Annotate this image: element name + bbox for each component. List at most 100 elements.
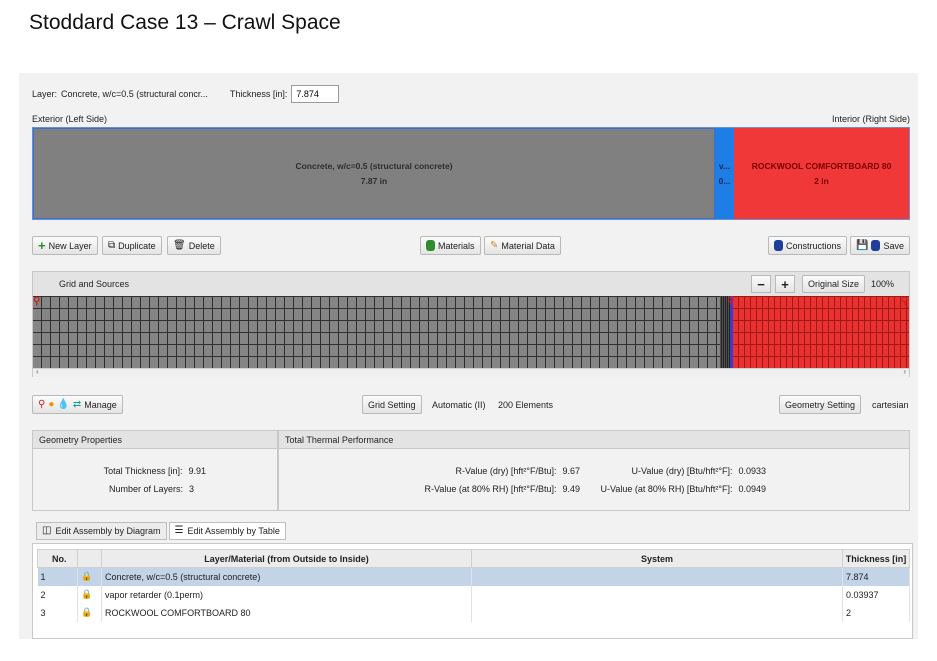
thickness-label: Thickness [in]: [229,89,288,99]
layer-thickness: 7.87 in [360,175,388,186]
tab-label: Edit Assembly by Table [187,526,280,536]
delete-label: Delete [188,240,215,251]
number-of-layers-label: Number of Layers: [108,484,183,494]
scroll-right-icon[interactable]: › [903,367,906,376]
tab-edit-by-table[interactable]: ☰ Edit Assembly by Table [168,522,286,540]
source-marker-icon[interactable]: ⚲ [727,296,734,307]
layer-name: Concrete, w/c=0.5 (structural concrete) [295,160,453,171]
duplicate-button[interactable]: ⧉ Duplicate [102,236,162,255]
u-value-dry-value: 0.0933 [738,466,766,476]
original-size-label: Original Size [808,279,860,289]
zoom-in-button[interactable]: + [775,275,795,293]
col-header-material[interactable]: Layer/Material (from Outside to Inside) [101,549,472,568]
delete-button[interactable]: 🗑 Delete [167,236,221,255]
r-value-dry-label: R-Value (dry) [hft²°F/Btu]: [455,466,557,476]
thickness-input[interactable] [291,85,340,103]
row-number: 2 [37,585,78,604]
table-row[interactable]: 3 🔒 ROCKWOOL COMFORTBOARD 80 2 [37,603,910,622]
mesh-grid-canvas[interactable]: ⚲ ⚲ ⚲ [33,296,909,368]
geometry-setting-button[interactable]: Geometry Setting [779,395,862,414]
layer-block-vapor-retarder[interactable]: v... 0... [715,128,734,219]
trash-icon: 🗑 [173,239,186,251]
duplicate-label: Duplicate [118,240,156,251]
col-header-no[interactable]: No. [37,549,78,568]
database-icon [426,240,435,251]
layer-thickness: 0... [718,175,731,186]
manage-sources-button[interactable]: ⚲ ● 💧 ⇄ Manage [32,395,123,414]
tab-label: Edit Assembly by Diagram [55,526,161,536]
manage-label: Manage [84,399,117,410]
geometry-properties-title: Geometry Properties [33,431,277,449]
row-system[interactable] [471,585,843,604]
row-material[interactable]: ROCKWOOL COMFORTBOARD 80 [101,603,472,622]
table-row[interactable]: 2 🔒 vapor retarder (0.1perm) 0.03937 [37,585,910,604]
assembly-table-panel: No. Layer/Material (from Outside to Insi… [32,543,913,639]
total-thickness-value: 9.91 [188,466,206,476]
number-of-layers-row: Number of Layers: 3 [109,484,194,494]
horizontal-scrollbar[interactable]: ‹ › [33,367,909,377]
edit-mode-tabs: ◫ Edit Assembly by Diagram ☰ Edit Assemb… [36,522,286,540]
r-value-rh-label: R-Value (at 80% RH) [hft²°F/Btu]: [424,484,557,494]
total-thickness-label: Total Thickness [in]: [103,466,183,476]
grid-and-sources-panel: Grid and Sources − + Original Size 100% … [32,271,910,377]
mesh-rockwool [733,296,909,368]
layer-value: Concrete, w/c=0.5 (structural concr... [61,89,208,99]
thermal-performance-panel: Total Thermal Performance R-Value (dry) … [278,430,910,511]
table-row[interactable]: 1 🔒 Concrete, w/c=0.5 (structural concre… [37,567,910,586]
tab-edit-by-diagram[interactable]: ◫ Edit Assembly by Diagram [36,522,167,540]
grid-title: Grid and Sources [59,279,130,289]
constructions-button[interactable]: Constructions [768,236,848,255]
layer-block-concrete[interactable]: Concrete, w/c=0.5 (structural concrete) … [33,128,715,219]
slide-title: Stoddard Case 13 – Crawl Space [29,11,341,34]
lock-icon[interactable]: 🔒 [81,589,92,600]
row-system[interactable] [471,603,843,622]
materials-label: Materials [438,240,475,251]
assembly-editor: Layer: Concrete, w/c=0.5 (structural con… [19,73,918,639]
row-system[interactable] [471,567,843,586]
col-header-system[interactable]: System [471,549,843,568]
save-button[interactable]: 💾 Save [850,236,910,255]
interior-label: Interior (Right Side) [831,114,910,124]
material-data-button[interactable]: ✎ Material Data [484,236,561,255]
layer-block-rockwool[interactable]: ROCKWOOL COMFORTBOARD 80 2 in [734,128,909,219]
diagram-icon: ◫ [42,525,52,536]
total-thickness-row: Total Thickness [in]: 9.91 [104,466,206,476]
layer-label: Layer: [32,89,58,99]
pencil-icon: ✎ [490,239,499,251]
plus-icon: + [38,237,46,253]
new-layer-label: New Layer [48,240,92,251]
row-number: 3 [37,603,78,622]
row-thickness[interactable]: 0.03937 [842,585,910,604]
row-number: 1 [37,567,78,586]
search-icon: ⚲ [38,398,46,410]
original-size-button[interactable]: Original Size [802,275,866,293]
lock-icon[interactable]: 🔒 [81,571,92,582]
layer-thickness: 2 in [814,175,829,186]
material-data-label: Material Data [501,240,555,251]
number-of-layers-value: 3 [188,484,194,494]
copy-icon: ⧉ [108,239,116,251]
constructions-label: Constructions [786,240,842,251]
col-header-lock[interactable] [77,549,102,568]
layer-name: v... [718,160,731,171]
row-thickness[interactable]: 7.874 [842,567,910,586]
row-material[interactable]: Concrete, w/c=0.5 (structural concrete) [101,567,472,586]
grid-setting-label: Grid Setting [368,399,416,410]
zoom-out-button[interactable]: − [751,275,771,293]
geometry-setting-label: Geometry Setting [785,399,856,410]
grid-setting-button[interactable]: Grid Setting [362,395,422,414]
u-value-rh-value: 0.0949 [738,484,766,494]
source-marker-icon[interactable]: ⚲ [33,296,40,307]
layer-name: ROCKWOOL COMFORTBOARD 80 [751,160,892,171]
lock-icon[interactable]: 🔒 [81,607,92,618]
materials-button[interactable]: Materials [420,236,481,255]
row-thickness[interactable]: 2 [842,603,910,622]
new-layer-button[interactable]: + New Layer [32,236,98,255]
database-icon [871,240,881,251]
scroll-left-icon[interactable]: ‹ [36,367,39,376]
u-value-rh-label: U-Value (at 80% RH) [Btu/hft²°F]: [600,484,733,494]
row-material[interactable]: vapor retarder (0.1perm) [101,585,472,604]
r-value-rh-value: 9.49 [562,484,580,494]
source-marker-icon[interactable]: ⚲ [901,296,908,307]
col-header-thickness[interactable]: Thickness [in] [842,549,910,568]
